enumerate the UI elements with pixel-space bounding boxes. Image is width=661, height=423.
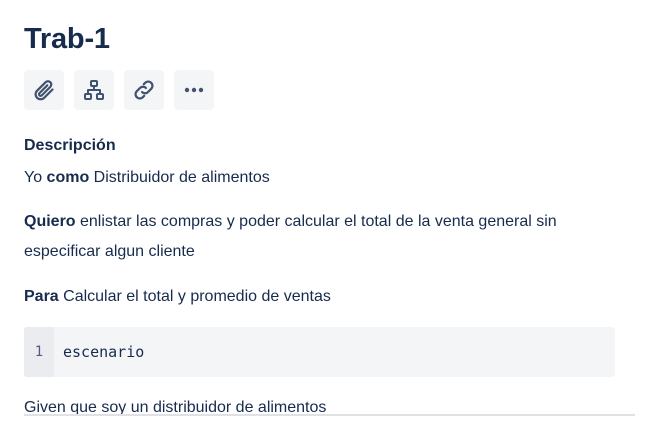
issue-toolbar <box>24 70 214 110</box>
description-label: Descripción <box>24 137 116 154</box>
line2-bold: Quiero <box>24 213 76 230</box>
description-line-given[interactable]: Given que soy un distribuidor de aliment… <box>24 393 621 423</box>
issue-title[interactable]: Trab-1 <box>24 20 110 58</box>
code-line-number: 1 <box>24 327 54 377</box>
link-issue-button[interactable] <box>124 70 164 110</box>
divider <box>24 414 635 416</box>
description-line-para[interactable]: Para Calcular el total y promedio de ven… <box>24 282 621 312</box>
more-icon <box>184 87 204 93</box>
more-actions-button[interactable] <box>174 70 214 110</box>
line3-text: Calcular el total y promedio de ventas <box>58 288 331 305</box>
description-line-como[interactable]: Yo como Distribuidor de alimentos <box>24 163 621 193</box>
attach-button[interactable] <box>24 70 64 110</box>
paperclip-icon <box>34 80 54 101</box>
hierarchy-icon <box>84 80 104 100</box>
line3-bold: Para <box>24 288 59 305</box>
code-block[interactable]: 1 escenario <box>24 327 615 377</box>
child-issue-button[interactable] <box>74 70 114 110</box>
line1-text: Distribuidor de alimentos <box>89 169 270 186</box>
line1-bold: como <box>46 169 90 186</box>
code-line-text: escenario <box>63 343 145 361</box>
description-line-quiero[interactable]: Quiero enlistar las compras y poder calc… <box>24 207 621 267</box>
line2-text: enlistar las compras y poder calcular el… <box>24 213 557 260</box>
link-icon <box>134 80 154 100</box>
line1-prefix: Yo <box>24 169 47 186</box>
